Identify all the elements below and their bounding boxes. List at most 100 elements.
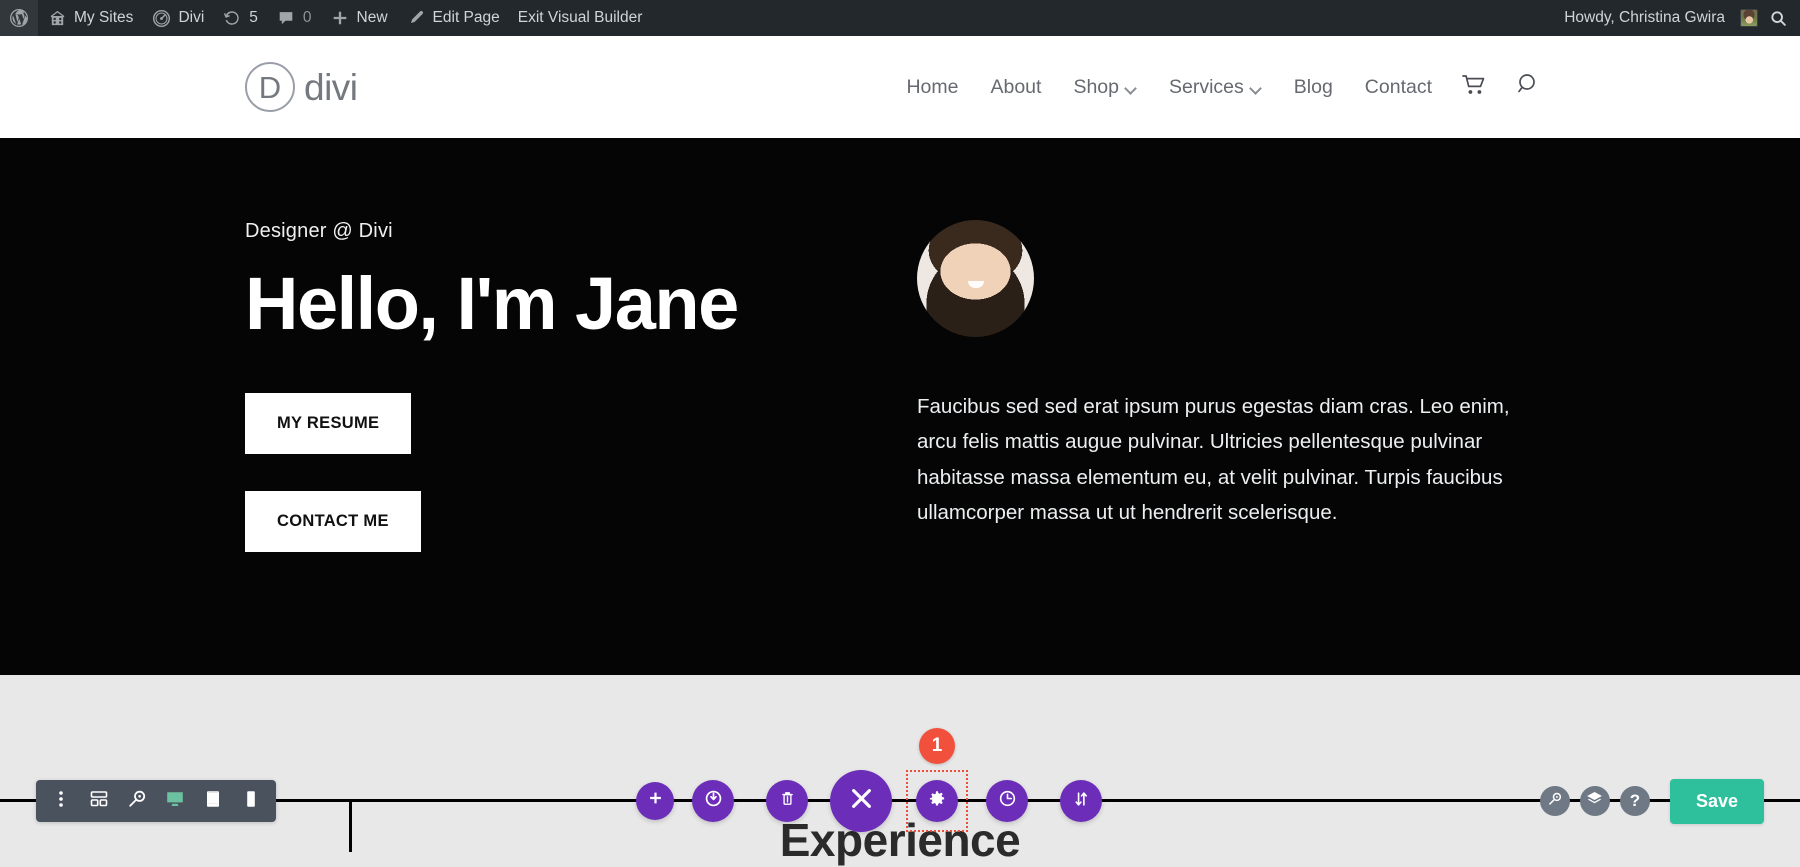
power-icon [704,789,723,813]
sort-updown-icon [1072,790,1090,813]
adminbar-exit-visual-builder[interactable]: Exit Visual Builder [509,0,652,36]
header-inner: D divi Home About Shop Services Blog Con [245,36,1555,138]
hero-left-column: Designer @ Divi Hello, I'm Jane MY RESUM… [245,220,917,552]
vb-phone-view-button[interactable] [232,780,270,822]
adminbar-howdy[interactable]: Howdy, Christina Gwira [1555,0,1758,36]
hero-row: Designer @ Divi Hello, I'm Jane MY RESUM… [245,138,1555,552]
delete-module-button[interactable] [766,780,808,822]
layers-icon [1586,790,1603,812]
module-settings-button[interactable] [916,780,958,822]
nav-item-contact[interactable]: Contact [1349,76,1448,99]
nav-item-blog[interactable]: Blog [1278,76,1349,99]
nav-item-contact-label: Contact [1365,76,1432,99]
adminbar-comments-count: 0 [303,9,312,27]
module-settings-highlight: 1 [906,770,968,832]
search-icon [1768,8,1788,28]
add-row-button[interactable] [636,782,674,820]
page-title: Hello, I'm Jane [245,265,897,343]
cart-icon [1462,74,1488,101]
status-badge: 1 [919,728,955,764]
vertical-dots-icon [58,789,64,814]
my-resume-button[interactable]: MY RESUME [245,393,411,454]
module-history-button[interactable] [986,780,1028,822]
hero-button-resume-wrap: MY RESUME [245,393,897,454]
nav-item-about-label: About [990,76,1041,99]
visual-builder-right-controls: ? Save [1540,778,1764,824]
adminbar-edit-page-label: Edit Page [433,9,500,27]
trash-icon [779,790,796,812]
adminbar-search-button[interactable] [1758,0,1800,36]
plus-icon [648,791,663,811]
adminbar-new[interactable]: New [321,0,397,36]
vb-help-control-button[interactable]: ? [1620,786,1650,816]
hero-paragraph: Faucibus sed sed erat ipsum purus egesta… [917,389,1515,530]
close-module-button[interactable] [830,770,892,832]
sites-icon [47,8,67,28]
nav-item-home-label: Home [906,76,958,99]
save-button[interactable]: Save [1670,779,1764,824]
cart-button[interactable] [1448,74,1502,101]
vb-zoom-view-button[interactable] [118,780,156,822]
nav-item-services-label: Services [1169,76,1244,99]
header-search-button[interactable] [1502,72,1555,102]
vb-layers-control-button[interactable] [1580,786,1610,816]
zoom-out-magnifier-icon [127,789,147,814]
vb-zoom-control-button[interactable] [1540,786,1570,816]
nav-item-home[interactable]: Home [890,76,974,99]
hero-section: Designer @ Divi Hello, I'm Jane MY RESUM… [0,138,1800,675]
site-header: D divi Home About Shop Services Blog Con [0,36,1800,138]
nav-item-services[interactable]: Services [1153,76,1278,99]
primary-navigation: Home About Shop Services Blog Contact [890,72,1555,102]
adminbar-my-sites-label: My Sites [74,9,133,27]
wp-admin-bar: My Sites Divi 5 0 [0,0,1800,36]
vb-more-options-button[interactable] [42,780,80,822]
question-mark-icon: ? [1630,791,1640,811]
hero-button-contact-wrap: CONTACT ME [245,491,897,552]
module-sort-button[interactable] [1060,780,1102,822]
profile-avatar [917,220,1034,337]
contact-me-button[interactable]: CONTACT ME [245,491,421,552]
adminbar-exit-vb-label: Exit Visual Builder [518,9,643,27]
adminbar-my-sites[interactable]: My Sites [38,0,142,36]
hero-right-column: Faucibus sed sed erat ipsum purus egesta… [917,220,1555,552]
adminbar-edit-page[interactable]: Edit Page [397,0,509,36]
nav-item-blog-label: Blog [1294,76,1333,99]
adminbar-comments[interactable]: 0 [267,0,321,36]
row-boundary-line [349,799,352,852]
hero-eyebrow: Designer @ Divi [245,220,897,243]
adminbar-new-label: New [357,9,388,27]
phone-icon [241,789,261,814]
logo-mark: D [245,62,295,112]
tablet-icon [203,789,223,814]
gear-icon [928,790,946,813]
wordpress-icon [9,8,29,28]
adminbar-updates[interactable]: 5 [213,0,267,36]
nav-item-shop[interactable]: Shop [1057,76,1153,99]
divi-logo[interactable]: D divi [245,62,358,112]
adminbar-wordpress-logo[interactable] [0,0,38,36]
close-x-icon [848,785,875,817]
nav-item-about[interactable]: About [974,76,1057,99]
desktop-icon [165,789,185,814]
zoom-magnifier-icon [1547,791,1563,812]
search-icon [1516,72,1541,102]
pencil-icon [406,8,426,28]
chevron-down-icon [1251,84,1262,91]
comment-icon [276,8,296,28]
clock-icon [998,789,1017,813]
wireframe-icon [89,789,109,814]
row-settings-toggle[interactable] [692,780,734,822]
vb-desktop-view-button[interactable] [156,780,194,822]
adminbar-updates-count: 5 [249,9,258,27]
updates-icon [222,8,242,28]
module-action-cluster: 1 [636,758,1102,844]
logo-wordmark: divi [304,69,358,106]
chevron-down-icon [1126,84,1137,91]
avatar [1740,9,1758,27]
visual-builder-toolbar [36,780,276,822]
nav-item-shop-label: Shop [1073,76,1119,99]
plus-icon [330,8,350,28]
vb-wireframe-view-button[interactable] [80,780,118,822]
vb-tablet-view-button[interactable] [194,780,232,822]
adminbar-divi[interactable]: Divi [142,0,213,36]
